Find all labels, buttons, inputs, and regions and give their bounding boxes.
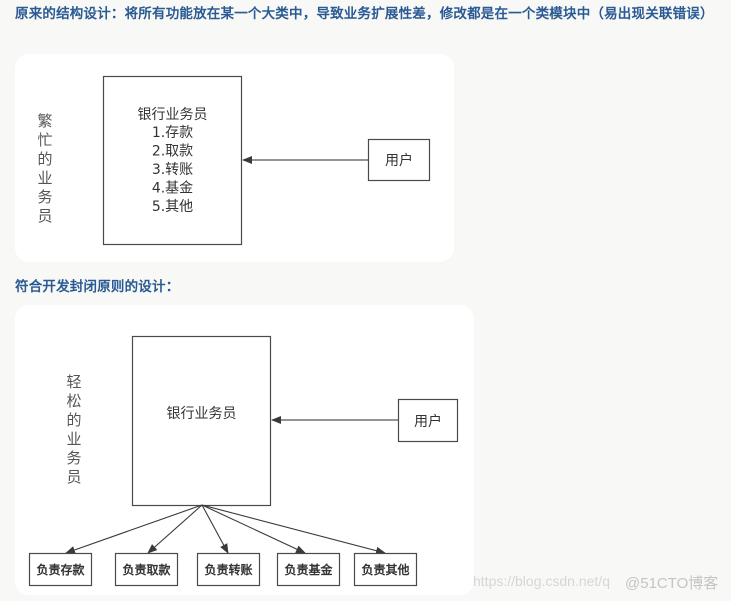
user-label-busy: 用户 bbox=[385, 152, 413, 169]
bank-clerk-box-busy bbox=[102, 75, 243, 246]
duty-item: 2.取款 bbox=[152, 144, 193, 160]
arrow-clerk-to-child bbox=[201, 504, 386, 555]
arrow-clerk-to-child bbox=[65, 504, 203, 554]
watermark-csdn: https://blog.csdn.net/q bbox=[473, 573, 610, 589]
duty-item: 3.转账 bbox=[152, 162, 193, 178]
user-label-relaxed: 用户 bbox=[414, 413, 442, 430]
duty-item: 5.其他 bbox=[152, 199, 193, 215]
child-duty-label: 负责取款 bbox=[122, 562, 171, 577]
duty-item: 1.存款 bbox=[152, 125, 193, 141]
watermark-51cto: @51CTO博客 bbox=[625, 575, 719, 592]
arrow-clerk-to-child bbox=[201, 504, 306, 554]
child-duty-label: 负责存款 bbox=[36, 562, 85, 577]
child-duty-label: 负责其他 bbox=[361, 562, 409, 577]
duty-item: 4.基金 bbox=[152, 180, 193, 197]
child-duty-label: 负责基金 bbox=[284, 562, 333, 577]
bank-clerk-title-busy: 银行业务员 bbox=[138, 107, 208, 123]
arrow-clerk-to-child bbox=[201, 504, 229, 554]
child-duty-label: 负责转账 bbox=[204, 562, 252, 577]
arrow-clerk-to-child bbox=[147, 504, 203, 554]
bank-clerk-title-relaxed: 银行业务员 bbox=[167, 406, 237, 422]
diagram-svg: 银行业务员 1.存款 2.取款 3.转账 4.基金 5.其他 用户 银行业务员 用户 负… bbox=[28, 75, 459, 587]
